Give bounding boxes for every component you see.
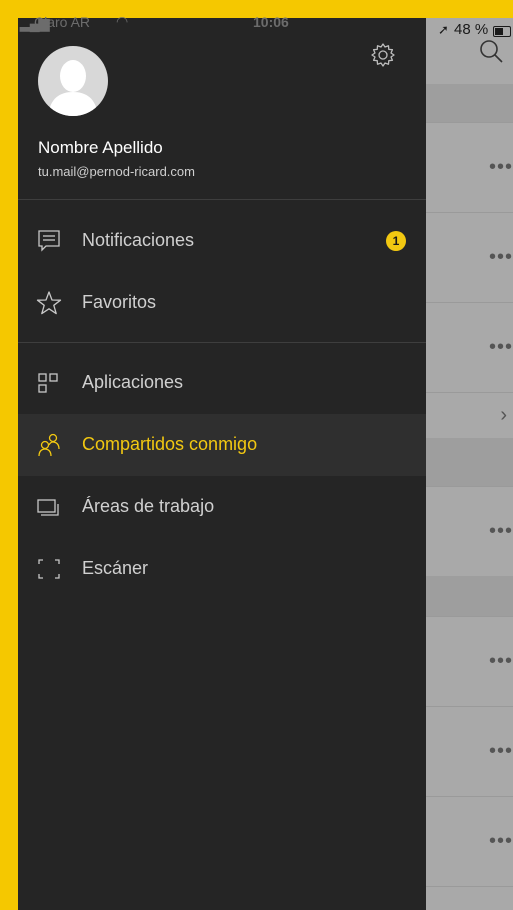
menu-item-notifications[interactable]: Notificaciones 1 (18, 210, 426, 272)
list-item[interactable]: ••• (426, 212, 513, 303)
list-item[interactable]: ••• (426, 302, 513, 393)
list-item[interactable]: ••• (426, 486, 513, 577)
more-icon[interactable]: ••• (489, 520, 513, 543)
divider (18, 342, 426, 343)
status-bar-left: ▂▄▆ Claro AR ◠ 10:06 (18, 13, 426, 46)
wifi-icon: ◠ (116, 13, 129, 29)
menu-item-label: Compartidos conmigo (82, 434, 258, 454)
more-icon[interactable]: ••• (489, 246, 513, 269)
navigation-drawer: ▂▄▆ Claro AR ◠ 10:06 Nombre Apellido tu.… (18, 13, 426, 910)
menu-item-label: Escáner (82, 558, 149, 578)
section-header (426, 438, 513, 487)
person-silhouette-icon (48, 60, 98, 116)
menu-item-label: Áreas de trabajo (82, 496, 215, 516)
more-icon[interactable]: ••• (489, 830, 513, 853)
carrier-name: Claro AR (34, 14, 91, 30)
list-item[interactable]: › (426, 392, 513, 439)
background-list[interactable]: ➚ 48 % ••• ••• ••• › ••• ••• ••• ••• (426, 18, 513, 910)
menu-item-label: Favoritos (82, 292, 157, 312)
battery-icon (493, 26, 511, 37)
people-icon (38, 433, 60, 457)
frame-left (0, 0, 18, 910)
star-icon (36, 291, 62, 315)
workspaces-icon (37, 499, 59, 516)
battery-percent: 48 % (454, 21, 489, 38)
menu-item-label: Aplicaciones (82, 372, 184, 392)
section-header (426, 576, 513, 617)
notifications-icon (38, 230, 60, 252)
list-item[interactable]: ••• (426, 796, 513, 887)
status-time: 10:06 (253, 14, 289, 30)
search-icon[interactable] (478, 38, 504, 64)
menu-item-scanner[interactable]: Escáner (18, 538, 426, 600)
divider (18, 199, 426, 200)
user-email: tu.mail@pernod-ricard.com (38, 164, 195, 179)
apps-icon (38, 373, 58, 393)
more-icon[interactable]: ••• (489, 336, 513, 359)
more-icon[interactable]: ••• (489, 650, 513, 673)
more-icon[interactable]: ••• (489, 740, 513, 763)
more-icon[interactable]: ••• (489, 156, 513, 179)
menu-item-workspaces[interactable]: Áreas de trabajo (18, 476, 426, 538)
list-item[interactable]: ••• (426, 616, 513, 707)
notification-count-badge: 1 (386, 231, 406, 251)
location-icon: ➚ (438, 22, 449, 37)
menu-item-apps[interactable]: Aplicaciones (18, 352, 426, 414)
avatar[interactable] (38, 46, 108, 116)
chevron-right-icon: › (500, 404, 507, 426)
gear-icon[interactable] (370, 42, 396, 68)
menu-item-favorites[interactable]: Favoritos (18, 272, 426, 334)
list-item[interactable]: ••• (426, 122, 513, 213)
scanner-icon (38, 559, 60, 579)
list-item[interactable]: ••• (426, 706, 513, 797)
menu-item-shared-with-me[interactable]: Compartidos conmigo (18, 414, 426, 476)
menu-item-label: Notificaciones (82, 230, 195, 250)
user-name: Nombre Apellido (38, 138, 163, 157)
section-header (426, 84, 513, 123)
